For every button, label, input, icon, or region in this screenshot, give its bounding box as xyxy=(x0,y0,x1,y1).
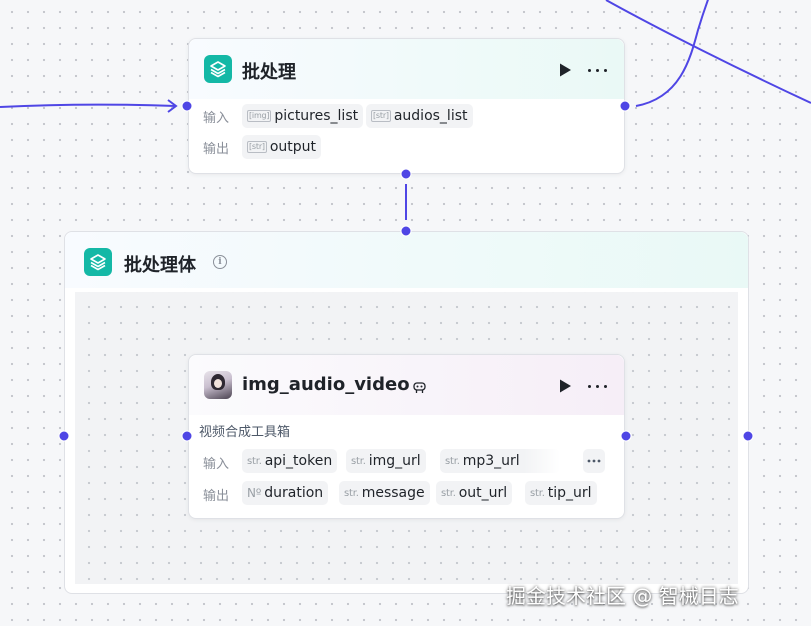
tool-input-port[interactable] xyxy=(181,430,193,442)
tool-node[interactable]: img_audio_video 视频合成工具箱 输入 str. api_toke… xyxy=(188,354,625,519)
input-chip-mp3-url: str. mp3_url xyxy=(440,449,560,473)
input-chip-img-url: str. img_url xyxy=(346,449,426,473)
tool-node-title: img_audio_video xyxy=(242,374,410,395)
edge-batch-out-curve xyxy=(635,0,709,107)
batch-body-title: 批处理体 xyxy=(124,255,196,276)
output-chip-duration: Nº duration xyxy=(242,481,329,505)
output-chip-message: str. message xyxy=(339,481,430,505)
watermark: 掘金技术社区 @ 智械日志 xyxy=(506,584,739,608)
tool-avatar xyxy=(204,371,232,399)
batch-body-right-port[interactable] xyxy=(742,430,754,442)
input-label: 输入 xyxy=(203,457,230,472)
batch-bottom-port[interactable] xyxy=(400,168,412,180)
info-icon[interactable]: i xyxy=(213,255,227,269)
more-options-button[interactable] xyxy=(587,378,609,394)
input-chip-pictures-list: [img] pictures_list xyxy=(242,104,364,128)
more-inputs-button[interactable] xyxy=(583,449,605,473)
input-label: 输入 xyxy=(203,111,230,126)
tool-output-port[interactable] xyxy=(620,430,632,442)
edge-top-diagonal xyxy=(605,0,811,104)
layers-icon xyxy=(84,248,112,276)
batch-body-left-port[interactable] xyxy=(58,430,70,442)
output-chip-tip-url: str. tip_url xyxy=(525,481,597,505)
batch-node-title: 批处理 xyxy=(242,62,296,83)
edge-incoming-batch xyxy=(0,103,177,108)
batch-node[interactable]: 批处理 输入 [img] pictures_list [str] audios_… xyxy=(188,38,625,174)
edge-arrow-batch xyxy=(167,99,178,113)
output-label: 输出 xyxy=(203,489,230,504)
batch-output-port[interactable] xyxy=(619,100,631,112)
layers-icon xyxy=(204,55,232,83)
run-button[interactable] xyxy=(557,62,573,78)
run-button[interactable] xyxy=(557,378,573,394)
batch-body-top-port[interactable] xyxy=(400,225,412,237)
more-options-button[interactable] xyxy=(587,62,609,78)
output-label: 输出 xyxy=(203,142,230,157)
output-chip-out-url: str. out_url xyxy=(436,481,513,505)
input-chip-audios-list: [str] audios_list xyxy=(366,104,473,128)
input-chip-api-token: str. api_token xyxy=(242,449,338,473)
plugin-badge-icon xyxy=(413,379,426,393)
batch-input-port[interactable] xyxy=(181,100,193,112)
tool-description: 视频合成工具箱 xyxy=(199,425,291,440)
output-chip-output: [str] output xyxy=(242,135,322,159)
